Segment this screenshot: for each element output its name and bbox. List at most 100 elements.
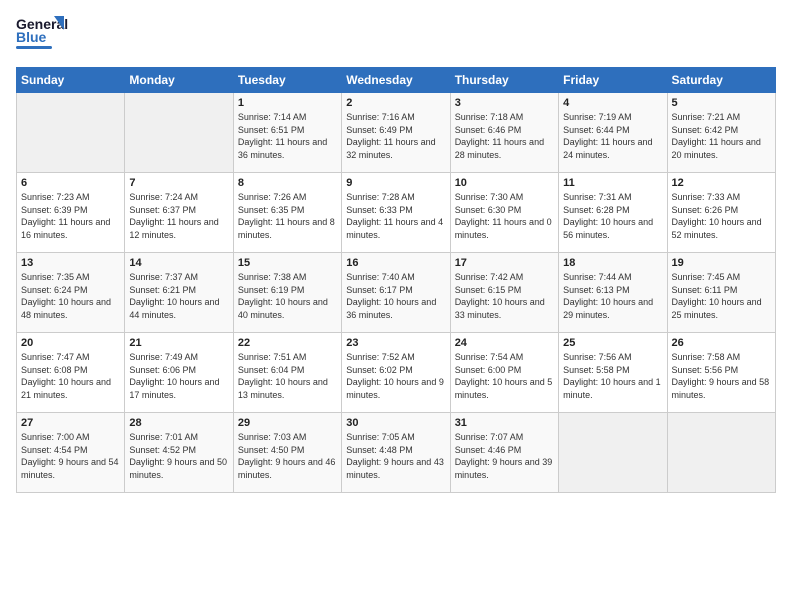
day-number: 13: [21, 257, 120, 269]
calendar-cell: 30 Sunrise: 7:05 AMSunset: 4:48 PMDayligh…: [342, 413, 450, 493]
day-number: 14: [129, 257, 228, 269]
calendar-cell: 1 Sunrise: 7:14 AMSunset: 6:51 PMDaylight…: [233, 93, 341, 173]
day-number: 30: [346, 417, 445, 429]
logo-icon: General Blue: [16, 12, 68, 54]
cell-daylight-info: Sunrise: 7:33 AMSunset: 6:26 PMDaylight:…: [672, 191, 771, 241]
calendar-cell: 2 Sunrise: 7:16 AMSunset: 6:49 PMDaylight…: [342, 93, 450, 173]
cell-daylight-info: Sunrise: 7:54 AMSunset: 6:00 PMDaylight:…: [455, 351, 554, 401]
day-number: 20: [21, 337, 120, 349]
calendar-cell: 5 Sunrise: 7:21 AMSunset: 6:42 PMDaylight…: [667, 93, 775, 173]
cell-daylight-info: Sunrise: 7:37 AMSunset: 6:21 PMDaylight:…: [129, 271, 228, 321]
day-number: 25: [563, 337, 662, 349]
cell-daylight-info: Sunrise: 7:40 AMSunset: 6:17 PMDaylight:…: [346, 271, 445, 321]
cell-daylight-info: Sunrise: 7:42 AMSunset: 6:15 PMDaylight:…: [455, 271, 554, 321]
calendar-cell: 22 Sunrise: 7:51 AMSunset: 6:04 PMDayligh…: [233, 333, 341, 413]
calendar-cell: [559, 413, 667, 493]
calendar-cell: 15 Sunrise: 7:38 AMSunset: 6:19 PMDayligh…: [233, 253, 341, 333]
calendar-cell: 16Sunrise: 7:40 AMSunset: 6:17 PMDayligh…: [342, 253, 450, 333]
day-number: 11: [563, 177, 662, 189]
day-number: 8: [238, 177, 337, 189]
cell-daylight-info: Sunrise: 7:38 AMSunset: 6:19 PMDaylight:…: [238, 271, 337, 321]
day-header-sunday: Sunday: [17, 68, 125, 93]
day-header-friday: Friday: [559, 68, 667, 93]
cell-daylight-info: Sunrise: 7:14 AMSunset: 6:51 PMDaylight:…: [238, 111, 337, 161]
day-number: 19: [672, 257, 771, 269]
day-number: 18: [563, 257, 662, 269]
day-number: 10: [455, 177, 554, 189]
calendar-cell: 26 Sunrise: 7:58 AMSunset: 5:56 PMDayligh…: [667, 333, 775, 413]
calendar-cell: [17, 93, 125, 173]
calendar-cell: 11 Sunrise: 7:31 AMSunset: 6:28 PMDayligh…: [559, 173, 667, 253]
cell-daylight-info: Sunrise: 7:28 AMSunset: 6:33 PMDaylight:…: [346, 191, 445, 241]
calendar-cell: [125, 93, 233, 173]
day-header-thursday: Thursday: [450, 68, 558, 93]
calendar-cell: 24 Sunrise: 7:54 AMSunset: 6:00 PMDayligh…: [450, 333, 558, 413]
day-header-saturday: Saturday: [667, 68, 775, 93]
day-header-wednesday: Wednesday: [342, 68, 450, 93]
day-number: 12: [672, 177, 771, 189]
day-number: 7: [129, 177, 228, 189]
cell-daylight-info: Sunrise: 7:00 AMSunset: 4:54 PMDaylight:…: [21, 431, 120, 481]
cell-daylight-info: Sunrise: 7:16 AMSunset: 6:49 PMDaylight:…: [346, 111, 445, 161]
day-number: 31: [455, 417, 554, 429]
calendar-cell: 9 Sunrise: 7:28 AMSunset: 6:33 PMDaylight…: [342, 173, 450, 253]
cell-daylight-info: Sunrise: 7:18 AMSunset: 6:46 PMDaylight:…: [455, 111, 554, 161]
calendar-cell: 14 Sunrise: 7:37 AMSunset: 6:21 PMDayligh…: [125, 253, 233, 333]
calendar-cell: 23 Sunrise: 7:52 AMSunset: 6:02 PMDayligh…: [342, 333, 450, 413]
day-number: 21: [129, 337, 228, 349]
cell-daylight-info: Sunrise: 7:44 AMSunset: 6:13 PMDaylight:…: [563, 271, 662, 321]
logo: General Blue: [16, 12, 68, 59]
calendar-cell: 21 Sunrise: 7:49 AMSunset: 6:06 PMDayligh…: [125, 333, 233, 413]
cell-daylight-info: Sunrise: 7:24 AMSunset: 6:37 PMDaylight:…: [129, 191, 228, 241]
calendar-table: SundayMondayTuesdayWednesdayThursdayFrid…: [16, 67, 776, 493]
day-number: 1: [238, 97, 337, 109]
cell-daylight-info: Sunrise: 7:07 AMSunset: 4:46 PMDaylight:…: [455, 431, 554, 481]
cell-daylight-info: Sunrise: 7:51 AMSunset: 6:04 PMDaylight:…: [238, 351, 337, 401]
day-number: 23: [346, 337, 445, 349]
calendar-cell: 25 Sunrise: 7:56 AMSunset: 5:58 PMDayligh…: [559, 333, 667, 413]
calendar-cell: 29Sunrise: 7:03 AMSunset: 4:50 PMDayligh…: [233, 413, 341, 493]
cell-daylight-info: Sunrise: 7:30 AMSunset: 6:30 PMDaylight:…: [455, 191, 554, 241]
calendar-cell: 8 Sunrise: 7:26 AMSunset: 6:35 PMDaylight…: [233, 173, 341, 253]
calendar-cell: [667, 413, 775, 493]
calendar-cell: 4Sunrise: 7:19 AMSunset: 6:44 PMDaylight…: [559, 93, 667, 173]
cell-daylight-info: Sunrise: 7:35 AMSunset: 6:24 PMDaylight:…: [21, 271, 120, 321]
day-number: 17: [455, 257, 554, 269]
cell-daylight-info: Sunrise: 7:49 AMSunset: 6:06 PMDaylight:…: [129, 351, 228, 401]
cell-daylight-info: Sunrise: 7:47 AMSunset: 6:08 PMDaylight:…: [21, 351, 120, 401]
calendar-cell: 6Sunrise: 7:23 AMSunset: 6:39 PMDaylight…: [17, 173, 125, 253]
day-header-monday: Monday: [125, 68, 233, 93]
calendar-cell: 28Sunrise: 7:01 AMSunset: 4:52 PMDayligh…: [125, 413, 233, 493]
cell-daylight-info: Sunrise: 7:03 AMSunset: 4:50 PMDaylight:…: [238, 431, 337, 481]
calendar-cell: 10 Sunrise: 7:30 AMSunset: 6:30 PMDayligh…: [450, 173, 558, 253]
calendar-cell: 19Sunrise: 7:45 AMSunset: 6:11 PMDayligh…: [667, 253, 775, 333]
calendar-cell: 7 Sunrise: 7:24 AMSunset: 6:37 PMDaylight…: [125, 173, 233, 253]
day-number: 9: [346, 177, 445, 189]
day-number: 3: [455, 97, 554, 109]
calendar-cell: 18 Sunrise: 7:44 AMSunset: 6:13 PMDayligh…: [559, 253, 667, 333]
calendar-cell: 17 Sunrise: 7:42 AMSunset: 6:15 PMDayligh…: [450, 253, 558, 333]
cell-daylight-info: Sunrise: 7:52 AMSunset: 6:02 PMDaylight:…: [346, 351, 445, 401]
cell-daylight-info: Sunrise: 7:31 AMSunset: 6:28 PMDaylight:…: [563, 191, 662, 241]
day-number: 22: [238, 337, 337, 349]
day-number: 28: [129, 417, 228, 429]
day-number: 24: [455, 337, 554, 349]
day-number: 5: [672, 97, 771, 109]
cell-daylight-info: Sunrise: 7:26 AMSunset: 6:35 PMDaylight:…: [238, 191, 337, 241]
day-number: 15: [238, 257, 337, 269]
day-number: 4: [563, 97, 662, 109]
day-header-tuesday: Tuesday: [233, 68, 341, 93]
calendar-cell: 3 Sunrise: 7:18 AMSunset: 6:46 PMDaylight…: [450, 93, 558, 173]
calendar-cell: 12 Sunrise: 7:33 AMSunset: 6:26 PMDayligh…: [667, 173, 775, 253]
calendar-cell: 31 Sunrise: 7:07 AMSunset: 4:46 PMDayligh…: [450, 413, 558, 493]
calendar-cell: 20 Sunrise: 7:47 AMSunset: 6:08 PMDayligh…: [17, 333, 125, 413]
day-number: 6: [21, 177, 120, 189]
cell-daylight-info: Sunrise: 7:21 AMSunset: 6:42 PMDaylight:…: [672, 111, 771, 161]
cell-daylight-info: Sunrise: 7:58 AMSunset: 5:56 PMDaylight:…: [672, 351, 771, 401]
cell-daylight-info: Sunrise: 7:56 AMSunset: 5:58 PMDaylight:…: [563, 351, 662, 401]
day-number: 27: [21, 417, 120, 429]
day-number: 26: [672, 337, 771, 349]
day-number: 2: [346, 97, 445, 109]
cell-daylight-info: Sunrise: 7:05 AMSunset: 4:48 PMDaylight:…: [346, 431, 445, 481]
calendar-cell: 13 Sunrise: 7:35 AMSunset: 6:24 PMDayligh…: [17, 253, 125, 333]
